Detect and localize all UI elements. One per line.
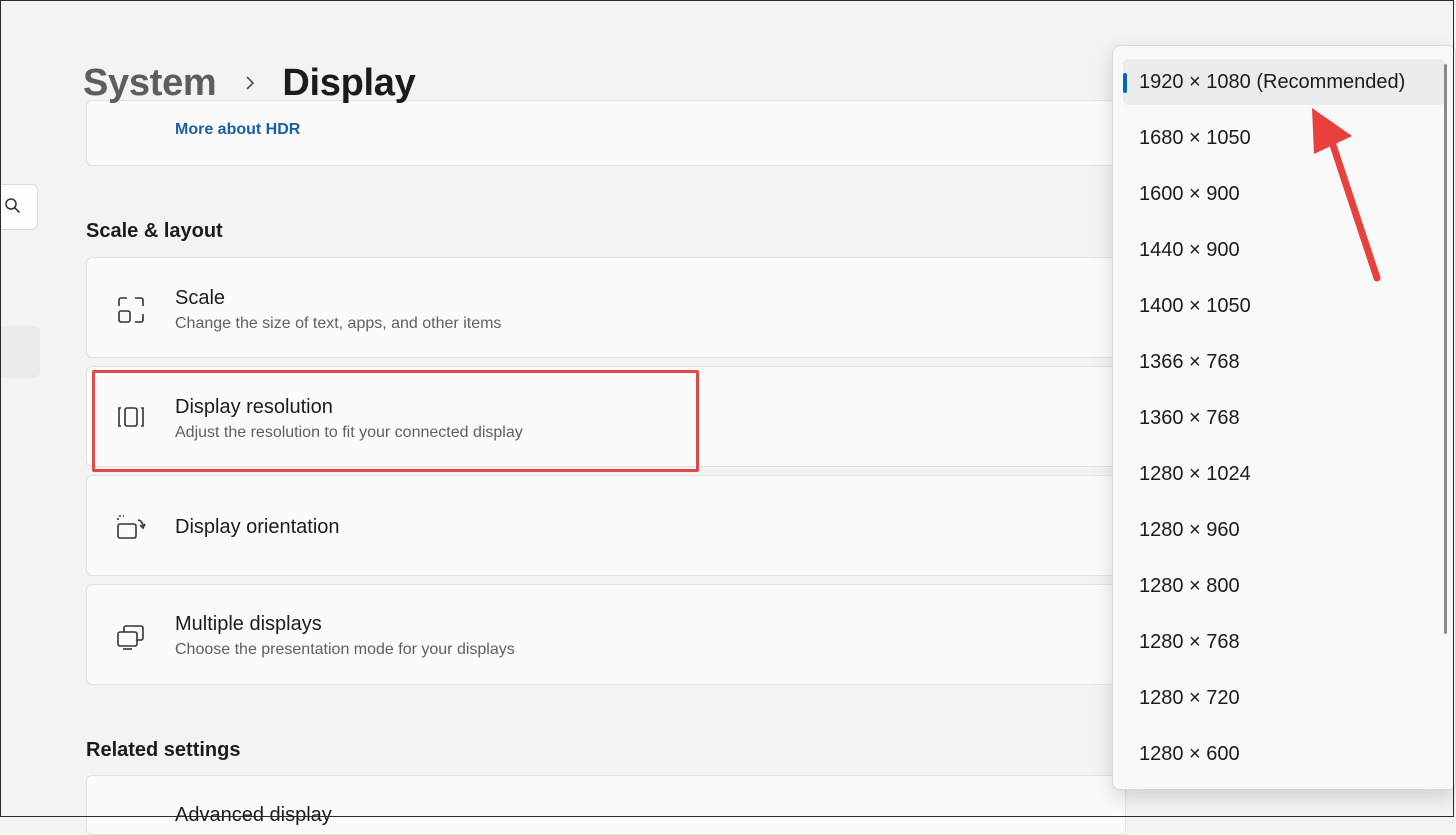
hdr-card: More about HDR — [86, 100, 1126, 166]
multiple-displays-description: Choose the presentation mode for your di… — [175, 641, 515, 658]
resolution-option[interactable]: 1280 × 600 — [1123, 731, 1445, 777]
resolution-dropdown[interactable]: 1920 × 1080 (Recommended) 1680 × 1050 16… — [1112, 45, 1456, 790]
display-resolution-title: Display resolution — [175, 396, 333, 418]
search-icon — [5, 198, 20, 213]
breadcrumb: System Display — [83, 58, 416, 108]
scale-title: Scale — [175, 287, 226, 309]
scale-icon — [118, 297, 144, 323]
chevron-right-icon — [246, 76, 255, 90]
display-resolution-description: Adjust the resolution to fit your connec… — [175, 424, 523, 441]
advanced-display-title: Advanced display — [175, 804, 332, 826]
selection-indicator — [1123, 73, 1127, 93]
resolution-option[interactable]: 1280 × 720 — [1123, 675, 1445, 721]
multiple-displays-card[interactable]: Multiple displays Choose the presentatio… — [86, 584, 1126, 685]
page-title: Display — [282, 61, 416, 104]
nav-selected-item[interactable] — [0, 326, 40, 378]
breadcrumb-system[interactable]: System — [83, 62, 217, 105]
resolution-option[interactable]: 1360 × 768 — [1123, 395, 1445, 441]
multiple-displays-icon — [117, 625, 144, 650]
resolution-option[interactable]: 1440 × 900 — [1123, 227, 1445, 273]
display-resolution-card[interactable]: Display resolution Adjust the resolution… — [86, 366, 1126, 467]
scale-card[interactable]: Scale Change the size of text, apps, and… — [86, 257, 1126, 358]
display-resolution-icon — [118, 407, 144, 427]
resolution-option[interactable]: 1366 × 768 — [1123, 339, 1445, 385]
resolution-option[interactable]: 1680 × 1050 — [1123, 115, 1445, 161]
display-orientation-title: Display orientation — [175, 516, 340, 538]
display-orientation-icon — [117, 515, 146, 539]
scale-description: Change the size of text, apps, and other… — [175, 315, 502, 332]
resolution-option[interactable]: 1280 × 768 — [1123, 619, 1445, 665]
resolution-option[interactable]: 1600 × 900 — [1123, 171, 1445, 217]
resolution-option[interactable]: 1280 × 800 — [1123, 563, 1445, 609]
resolution-option[interactable]: 1280 × 960 — [1123, 507, 1445, 553]
section-related-settings: Related settings — [86, 739, 241, 761]
more-about-hdr-link[interactable]: More about HDR — [175, 121, 300, 139]
section-scale-layout: Scale & layout — [86, 220, 223, 242]
nav-search-box[interactable] — [0, 184, 38, 230]
resolution-option[interactable]: 1400 × 1050 — [1123, 283, 1445, 329]
resolution-option[interactable]: 1280 × 1024 — [1123, 451, 1445, 497]
display-orientation-card[interactable]: Display orientation — [86, 475, 1126, 576]
resolution-option-selected[interactable]: 1920 × 1080 (Recommended) — [1123, 59, 1445, 105]
multiple-displays-title: Multiple displays — [175, 613, 322, 635]
dropdown-scrollbar[interactable] — [1444, 64, 1447, 634]
advanced-display-card[interactable]: Advanced display — [86, 775, 1126, 835]
